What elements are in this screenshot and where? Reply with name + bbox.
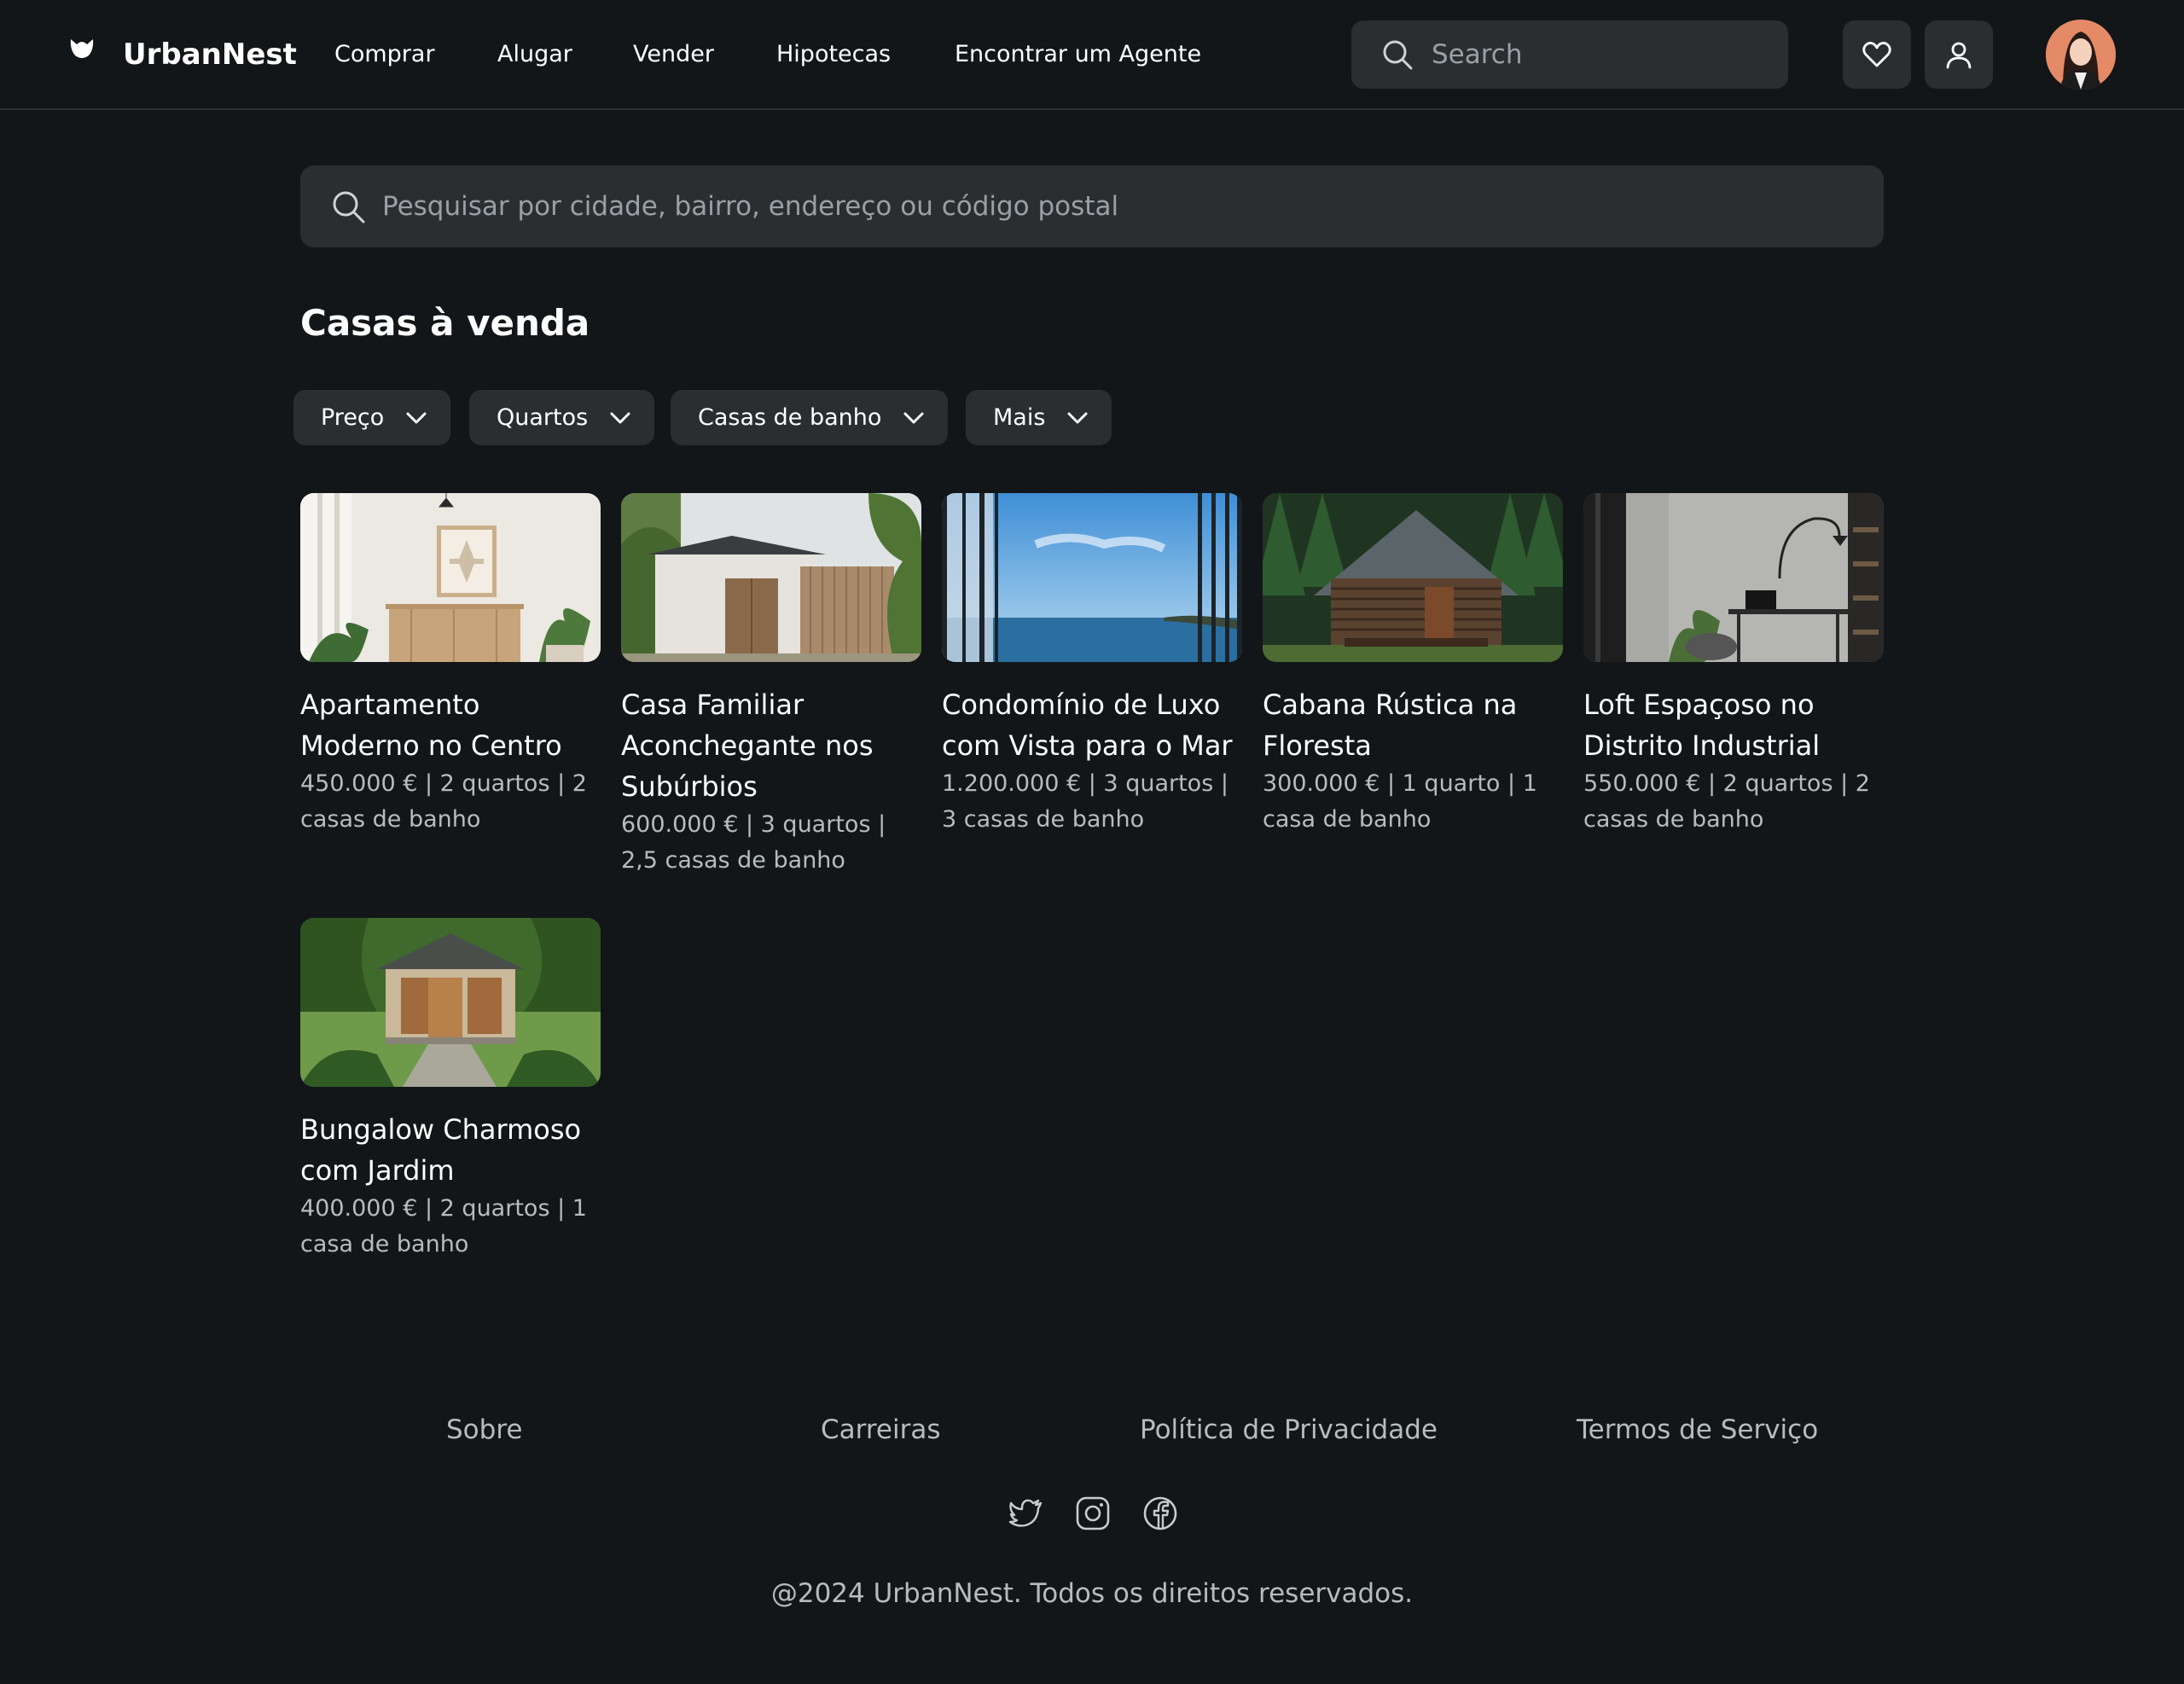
listing-details: 450.000 € | 2 quartos | 2 casas de banho (300, 770, 587, 833)
listing-details: 300.000 € | 1 quarto | 1 casa de banho (1263, 770, 1537, 833)
location-search-input[interactable] (382, 186, 1833, 227)
listing-card[interactable]: Apartamento Moderno no Centro 450.000 € … (300, 493, 601, 838)
filter-label: Quartos (497, 404, 589, 431)
top-header: UrbanNest Comprar Alugar Vender Hipoteca… (0, 0, 2184, 110)
avatar[interactable] (2046, 20, 2116, 90)
listing-photo (942, 493, 1242, 662)
filter-quartos[interactable]: Quartos (469, 390, 655, 445)
listing-photo (1263, 493, 1563, 662)
header-search (1351, 20, 1788, 89)
filter-mais[interactable]: Mais (966, 390, 1112, 445)
user-icon (1946, 42, 1972, 69)
filter-preco[interactable]: Preço (293, 390, 451, 445)
nav-hipotecas[interactable]: Hipotecas (776, 34, 891, 75)
listing-card[interactable]: Casa Familiar Aconchegante nos Subúrbios… (621, 493, 921, 879)
listing-photo (621, 493, 921, 662)
listing-details: 400.000 € | 2 quartos | 1 casa de banho (300, 1195, 587, 1257)
listing-title[interactable]: Casa Familiar Aconchegante nos Subúrbios (621, 684, 921, 807)
chevron-down-icon (903, 412, 924, 423)
header-search-input[interactable] (1432, 34, 1773, 75)
chevron-down-icon (610, 412, 630, 423)
footer-link-termos[interactable]: Termos de Serviço (1577, 1409, 1818, 1450)
filter-label: Casas de banho (698, 404, 882, 431)
brand-name[interactable]: UrbanNest (123, 34, 297, 75)
copyright-text: @2024 UrbanNest. Todos os direitos reser… (770, 1578, 1414, 1609)
location-search (300, 165, 1884, 247)
listing-details: 600.000 € | 3 quartos | 2,5 casas de ban… (621, 811, 886, 874)
search-icon (1383, 40, 1413, 70)
favorites-button[interactable] (1843, 20, 1911, 89)
instagram-icon[interactable] (1074, 1495, 1112, 1532)
nav-vender[interactable]: Vender (633, 34, 714, 75)
nav-encontrar-agente[interactable]: Encontrar um Agente (955, 34, 1201, 75)
twitter-icon[interactable] (1007, 1495, 1044, 1532)
listing-title[interactable]: Bungalow Charmoso com Jardim (300, 1109, 601, 1191)
page-title: Casas à venda (300, 302, 590, 344)
listing-details: 1.200.000 € | 3 quartos | 3 casas de ban… (942, 770, 1228, 833)
logo-icon[interactable] (68, 34, 96, 61)
listing-title[interactable]: Cabana Rústica na Floresta (1263, 684, 1563, 766)
listing-card[interactable]: Condomínio de Luxo com Vista para o Mar … (942, 493, 1242, 838)
listing-details: 550.000 € | 2 quartos | 2 casas de banho (1583, 770, 1870, 833)
listing-photo (300, 918, 601, 1087)
facebook-icon[interactable] (1141, 1495, 1179, 1532)
listing-title[interactable]: Apartamento Moderno no Centro (300, 684, 601, 766)
nav-alugar[interactable]: Alugar (497, 34, 572, 75)
listing-title[interactable]: Condomínio de Luxo com Vista para o Mar (942, 684, 1242, 766)
filter-label: Preço (321, 404, 385, 431)
account-button[interactable] (1925, 20, 1993, 89)
filter-casas-de-banho[interactable]: Casas de banho (671, 390, 949, 445)
listing-photo (1583, 493, 1884, 662)
chevron-down-icon (406, 412, 427, 423)
chevron-down-icon (1067, 412, 1088, 423)
heart-icon (1862, 42, 1891, 67)
listing-card[interactable]: Cabana Rústica na Floresta 300.000 € | 1… (1263, 493, 1563, 838)
footer-link-carreiras[interactable]: Carreiras (821, 1409, 940, 1450)
listing-photo (300, 493, 601, 662)
nav-comprar[interactable]: Comprar (334, 34, 435, 75)
filter-label: Mais (993, 404, 1046, 431)
listing-card[interactable]: Loft Espaçoso no Distrito Industrial 550… (1583, 493, 1884, 838)
listing-title[interactable]: Loft Espaçoso no Distrito Industrial (1583, 684, 1884, 766)
search-icon (333, 191, 365, 224)
listing-card[interactable]: Bungalow Charmoso com Jardim 400.000 € |… (300, 918, 601, 1263)
footer-link-privacidade[interactable]: Política de Privacidade (1140, 1409, 1438, 1450)
footer-link-sobre[interactable]: Sobre (446, 1409, 522, 1450)
